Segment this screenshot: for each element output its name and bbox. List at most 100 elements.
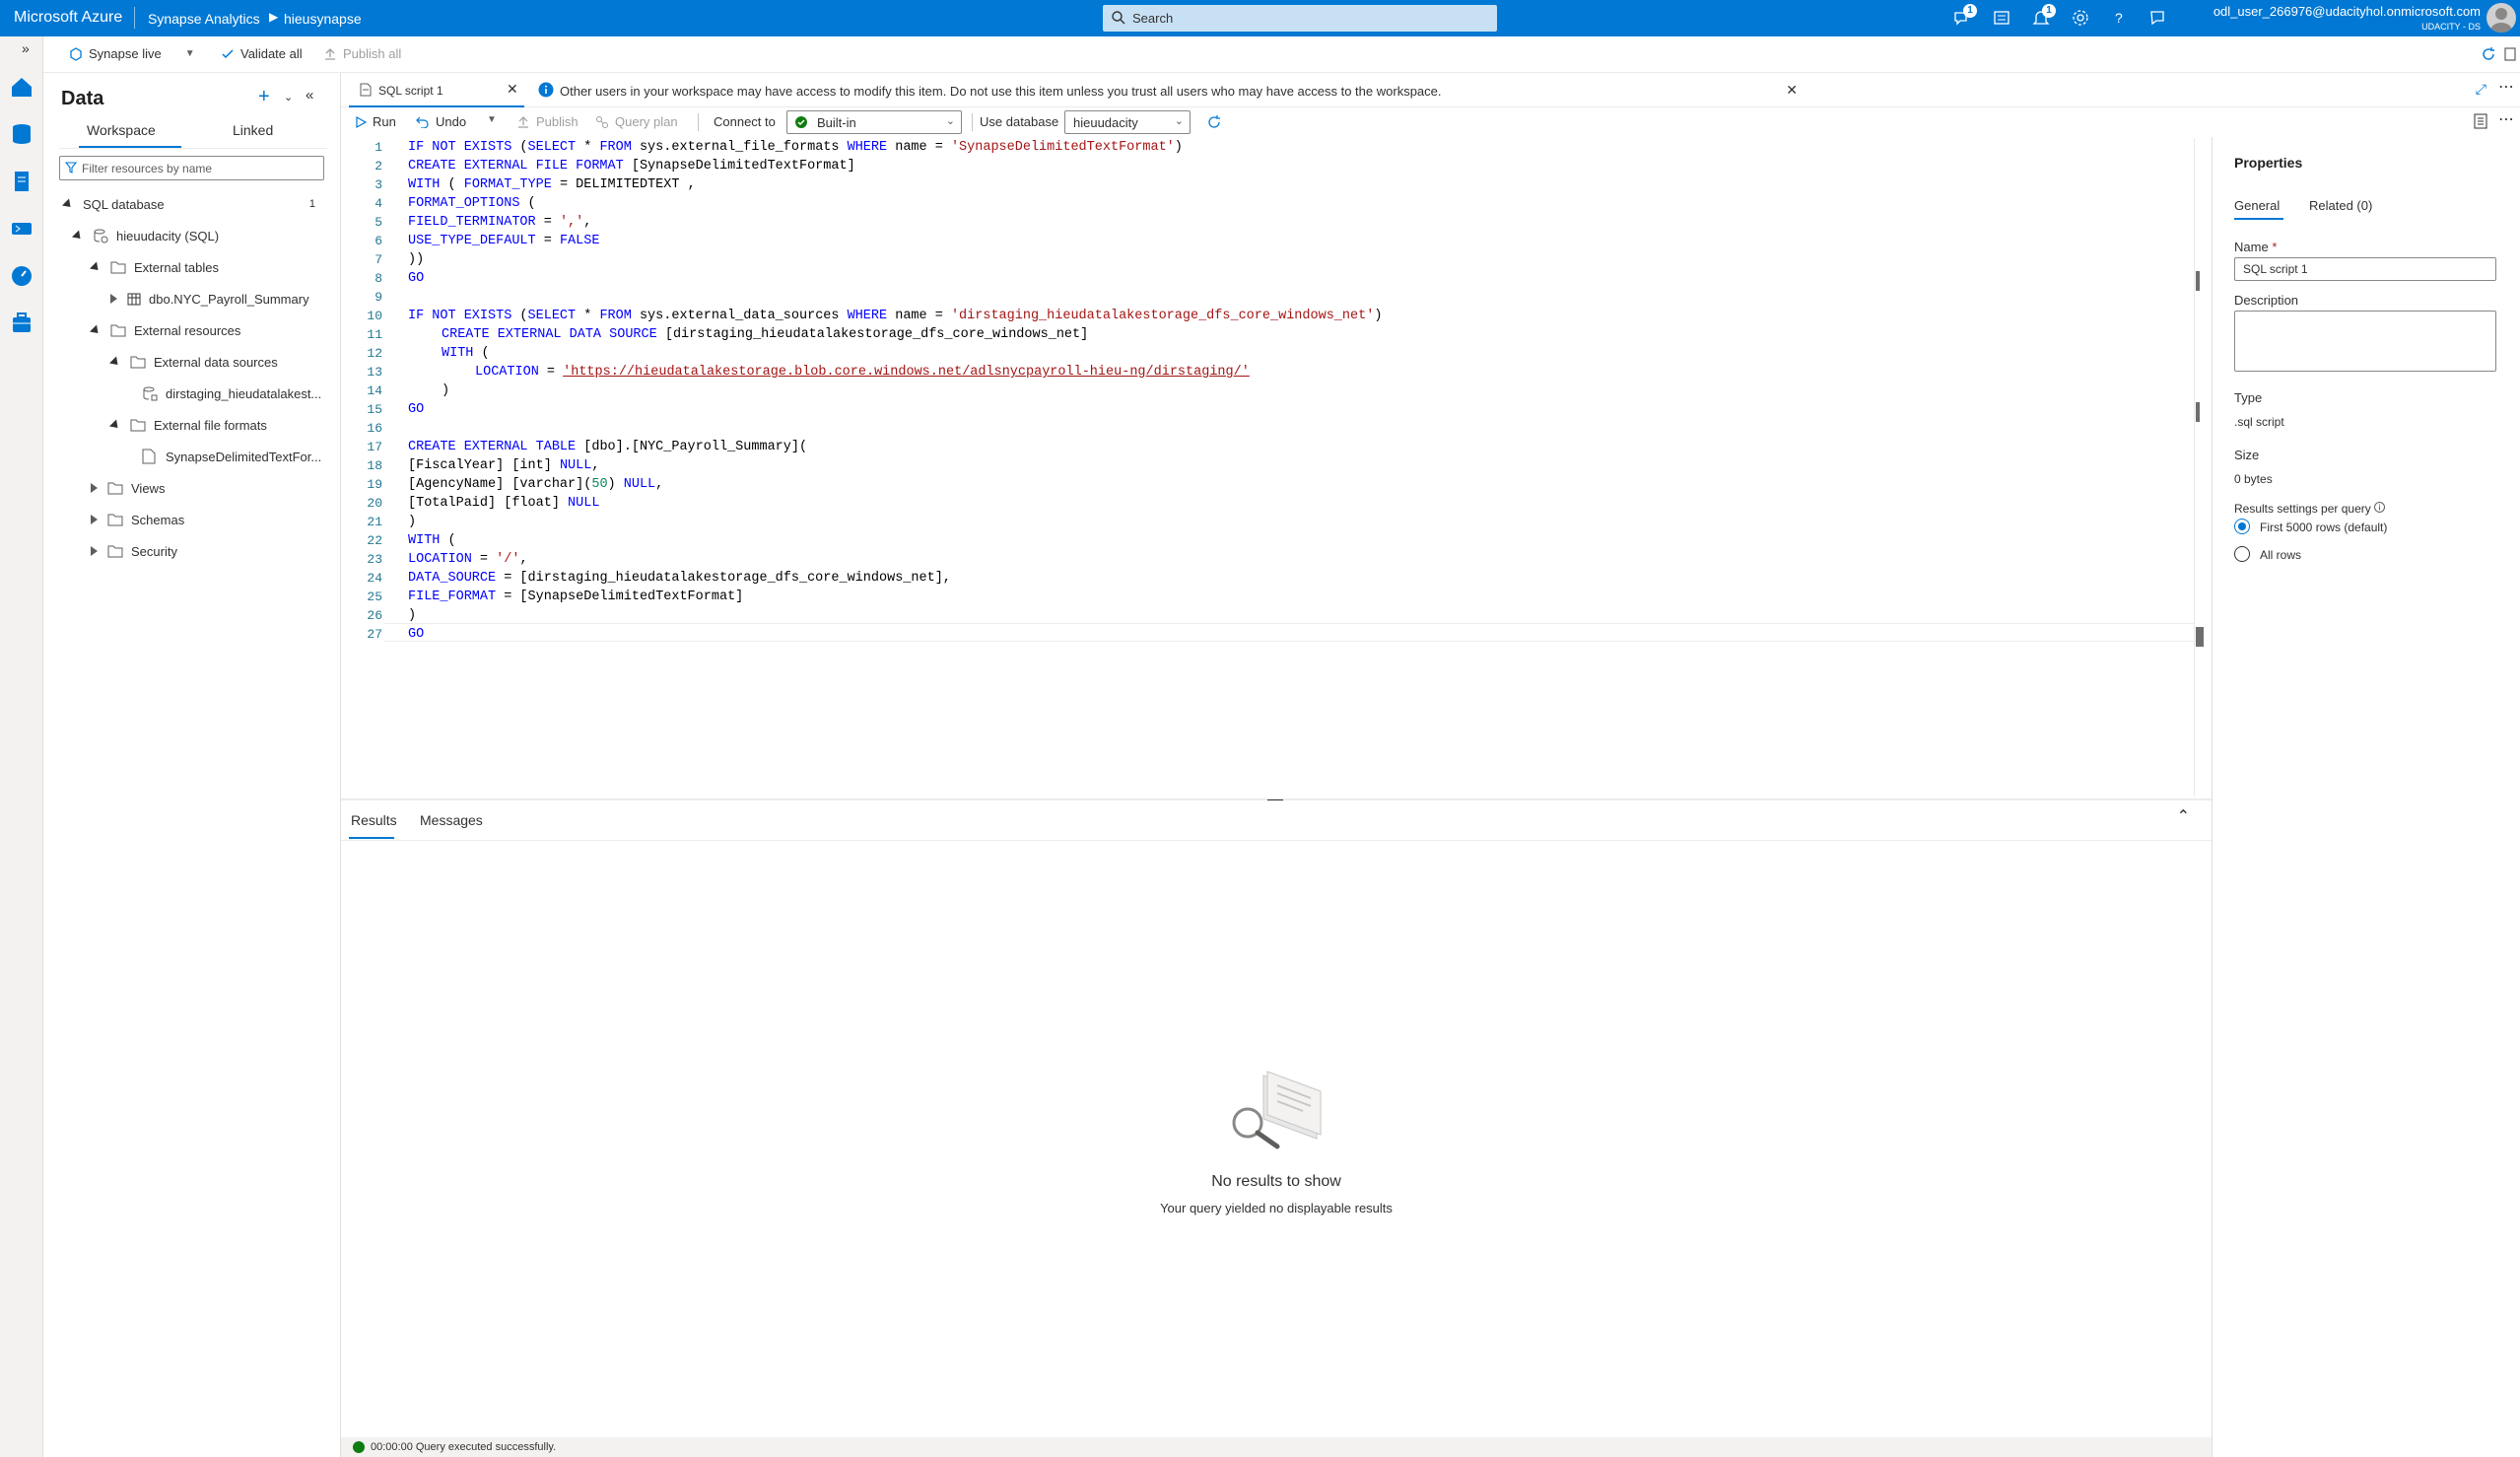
first-5000-rows-radio[interactable] bbox=[2234, 519, 2250, 534]
info-icon bbox=[538, 82, 554, 98]
user-email[interactable]: odl_user_266976@udacityhol.onmicrosoft.c… bbox=[2214, 4, 2481, 19]
file-format-icon bbox=[142, 449, 156, 464]
code-line: WITH ( bbox=[442, 346, 490, 361]
line-number: 4 bbox=[375, 196, 382, 211]
tree-node-sql-database[interactable]: SQL database 1 bbox=[61, 193, 331, 215]
refresh-databases-icon[interactable] bbox=[1206, 114, 1222, 133]
connect-to-label: Connect to bbox=[714, 114, 776, 129]
line-number: 27 bbox=[367, 627, 382, 642]
undo-dropdown-chevron-icon[interactable]: ▼ bbox=[487, 114, 497, 125]
manage-hub-icon[interactable] bbox=[7, 309, 36, 338]
results-settings-label: Results settings per query bbox=[2234, 502, 2386, 516]
database-icon bbox=[94, 229, 108, 243]
validate-all-button[interactable]: Validate all bbox=[221, 46, 303, 61]
publish-button[interactable]: Publish bbox=[516, 114, 579, 129]
query-plan-button[interactable]: Query plan bbox=[595, 114, 678, 129]
breadcrumb-workspace[interactable]: hieusynapse bbox=[284, 11, 362, 27]
filter-resources-input[interactable] bbox=[82, 160, 318, 176]
query-plan-icon bbox=[596, 115, 608, 128]
more-options-icon[interactable]: ⋯ bbox=[2498, 109, 2514, 129]
feedback-icon[interactable] bbox=[2146, 7, 2168, 29]
avatar[interactable] bbox=[2486, 3, 2516, 33]
folder-icon bbox=[130, 356, 146, 368]
data-hub-icon[interactable] bbox=[7, 119, 36, 149]
editor-scrollbar-track[interactable] bbox=[2194, 138, 2195, 797]
feedback-chat-icon[interactable]: 1 bbox=[1951, 4, 1977, 29]
run-button[interactable]: Run bbox=[355, 114, 396, 129]
expanded-caret-icon bbox=[61, 197, 75, 211]
filter-resources-field[interactable] bbox=[59, 156, 324, 180]
home-icon[interactable] bbox=[7, 72, 36, 102]
tree-node-data-source[interactable]: dirstaging_hieudatalakest... bbox=[142, 382, 321, 404]
undo-button[interactable]: Undo bbox=[416, 114, 466, 129]
folder-icon bbox=[107, 514, 123, 525]
collapse-results-icon[interactable]: ⌃ bbox=[2177, 806, 2190, 826]
tree-node-views[interactable]: Views bbox=[91, 477, 165, 499]
close-tab-icon[interactable]: ✕ bbox=[507, 81, 518, 98]
code-line: CREATE EXTERNAL TABLE [dbo].[NYC_Payroll… bbox=[408, 440, 808, 454]
line-number: 9 bbox=[375, 290, 382, 305]
use-database-select[interactable]: hieuudacity ⌄ bbox=[1064, 110, 1191, 134]
close-icon[interactable]: ✕ bbox=[1786, 82, 1798, 99]
gear-icon[interactable] bbox=[2070, 7, 2091, 29]
tree-node-table[interactable]: dbo.NYC_Payroll_Summary bbox=[110, 288, 309, 310]
azure-brand[interactable]: Microsoft Azure bbox=[14, 9, 122, 27]
develop-hub-icon[interactable] bbox=[7, 167, 36, 196]
tab-results[interactable]: Results bbox=[351, 812, 397, 828]
tab-linked[interactable]: Linked bbox=[233, 122, 273, 138]
line-number: 13 bbox=[367, 365, 382, 380]
tab-related[interactable]: Related (0) bbox=[2309, 198, 2372, 213]
collapse-all-icon[interactable]: ⌄ bbox=[284, 91, 293, 104]
expand-rail-icon[interactable]: » bbox=[22, 40, 30, 56]
tree-node-database[interactable]: hieuudacity (SQL) bbox=[71, 225, 219, 246]
first-5000-rows-label: First 5000 rows (default) bbox=[2260, 520, 2388, 534]
current-line-highlight bbox=[384, 623, 2194, 642]
info-icon[interactable] bbox=[2374, 502, 2386, 513]
folder-icon bbox=[107, 545, 123, 557]
line-number: 2 bbox=[375, 159, 382, 173]
editor-tab-strip: SQL script 1 ✕ Other users in your works… bbox=[341, 73, 2520, 107]
maximize-icon[interactable]: ⤢ bbox=[2476, 81, 2486, 98]
global-search-box[interactable]: Search bbox=[1103, 5, 1497, 32]
publish-all-button[interactable]: Publish all bbox=[323, 46, 401, 61]
collapse-panel-icon[interactable]: « bbox=[306, 87, 313, 104]
tree-node-security[interactable]: Security bbox=[91, 540, 177, 562]
monitor-hub-icon[interactable] bbox=[7, 261, 36, 291]
help-icon[interactable]: ? bbox=[2108, 7, 2130, 29]
properties-toggle-icon[interactable] bbox=[2473, 112, 2490, 133]
integrate-hub-icon[interactable] bbox=[7, 214, 36, 243]
expanded-caret-icon bbox=[108, 355, 122, 369]
tree-label: SynapseDelimitedTextFor... bbox=[166, 449, 322, 464]
discard-icon[interactable] bbox=[2502, 46, 2518, 65]
description-field[interactable] bbox=[2234, 311, 2496, 372]
chevron-down-icon: ▼ bbox=[184, 48, 195, 59]
tree-label: SQL database bbox=[83, 196, 165, 212]
name-field[interactable]: SQL script 1 bbox=[2234, 257, 2496, 281]
breadcrumb-synapse-analytics[interactable]: Synapse Analytics bbox=[148, 11, 260, 27]
synapse-live-dropdown[interactable]: Synapse live ▼ bbox=[69, 46, 195, 61]
empty-state-subtitle: Your query yielded no displayable result… bbox=[1160, 1201, 1393, 1215]
tree-node-file-format[interactable]: SynapseDelimitedTextFor... bbox=[142, 446, 321, 467]
tree-label: Views bbox=[131, 480, 166, 496]
more-options-icon[interactable]: ⋯ bbox=[2498, 77, 2514, 97]
properties-title: Properties bbox=[2234, 155, 2303, 171]
tree-node-external-data-sources[interactable]: External data sources bbox=[108, 351, 278, 373]
connect-to-select[interactable]: Built-in ⌄ bbox=[786, 110, 962, 134]
tab-sql-script[interactable]: SQL script 1 ✕ bbox=[349, 73, 524, 107]
line-number: 20 bbox=[367, 496, 382, 511]
tab-general[interactable]: General bbox=[2234, 198, 2280, 213]
scrollbar-marker bbox=[2196, 402, 2200, 422]
bell-icon[interactable]: 1 bbox=[2030, 4, 2056, 29]
add-resource-icon[interactable]: + bbox=[258, 86, 270, 108]
tab-messages[interactable]: Messages bbox=[420, 812, 483, 828]
tree-node-external-resources[interactable]: External resources bbox=[89, 319, 240, 341]
directory-switch-icon[interactable] bbox=[1991, 7, 2012, 29]
sql-code-editor[interactable]: 1 2 3 4 5 6 7 8 9 10 11 12 13 14 15 16 1… bbox=[341, 138, 2204, 797]
tree-node-external-file-formats[interactable]: External file formats bbox=[108, 414, 267, 436]
all-rows-radio[interactable] bbox=[2234, 546, 2250, 562]
tab-workspace[interactable]: Workspace bbox=[87, 122, 156, 138]
tree-node-external-tables[interactable]: External tables bbox=[89, 256, 219, 278]
tree-node-schemas[interactable]: Schemas bbox=[91, 509, 184, 530]
data-explorer-panel: Data + ⌄ « Workspace Linked SQL database… bbox=[43, 73, 341, 1457]
refresh-icon[interactable] bbox=[2481, 46, 2496, 65]
